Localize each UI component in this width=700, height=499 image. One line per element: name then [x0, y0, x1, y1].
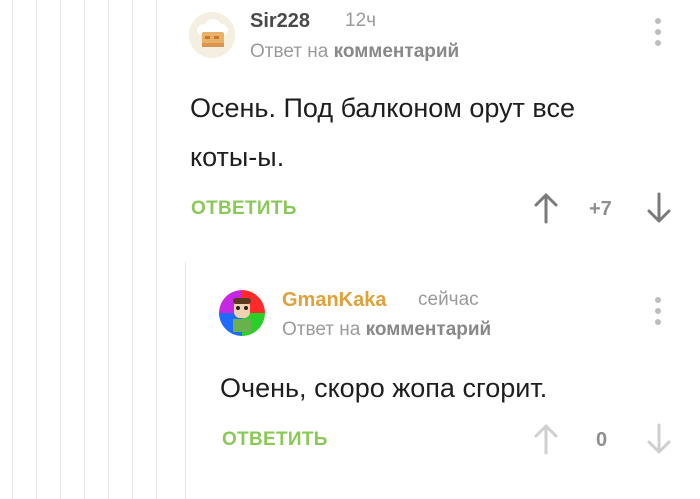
reply-to-prefix: Ответ на: [250, 41, 329, 62]
username[interactable]: GmanKaka: [282, 289, 387, 312]
vote-score: 0: [596, 429, 608, 451]
rainbow-avatar-icon: [219, 290, 265, 336]
reply-button[interactable]: ОТВЕТИТЬ: [191, 198, 297, 220]
downvote-arrow-icon[interactable]: [646, 423, 672, 455]
timestamp: 12ч: [345, 10, 377, 31]
comment-sir228: Sir228 12ч Ответ на комментарий Осень. П…: [0, 0, 700, 240]
downvote-arrow-icon[interactable]: [646, 192, 672, 224]
reply-button[interactable]: ОТВЕТИТЬ: [222, 429, 328, 451]
avatar[interactable]: [189, 12, 235, 58]
reply-to-line: Ответ на комментарий: [250, 41, 459, 63]
comment-text: Очень, скоро жопа сгорит.: [220, 373, 548, 403]
chef-avatar-icon: [189, 12, 235, 58]
avatar[interactable]: [219, 290, 265, 336]
reply-to-line: Ответ на комментарий: [282, 319, 491, 341]
reply-to-prefix: Ответ на: [282, 319, 361, 340]
vote-score: +7: [589, 198, 612, 220]
more-options-icon[interactable]: [653, 18, 663, 48]
more-options-icon[interactable]: [653, 297, 663, 327]
comment-text-line2: коты-ы.: [190, 142, 285, 172]
reply-to-link[interactable]: комментарий: [334, 41, 460, 62]
username[interactable]: Sir228: [250, 10, 310, 33]
comment-gmankaka: GmanKaka сейчас Ответ на комментарий Оче…: [0, 260, 700, 499]
comment-text-line1: Осень. Под балконом орут все: [190, 93, 575, 123]
reply-to-link[interactable]: комментарий: [366, 319, 492, 340]
upvote-arrow-icon[interactable]: [533, 192, 559, 224]
timestamp: сейчас: [418, 289, 479, 310]
upvote-arrow-icon[interactable]: [533, 423, 559, 455]
